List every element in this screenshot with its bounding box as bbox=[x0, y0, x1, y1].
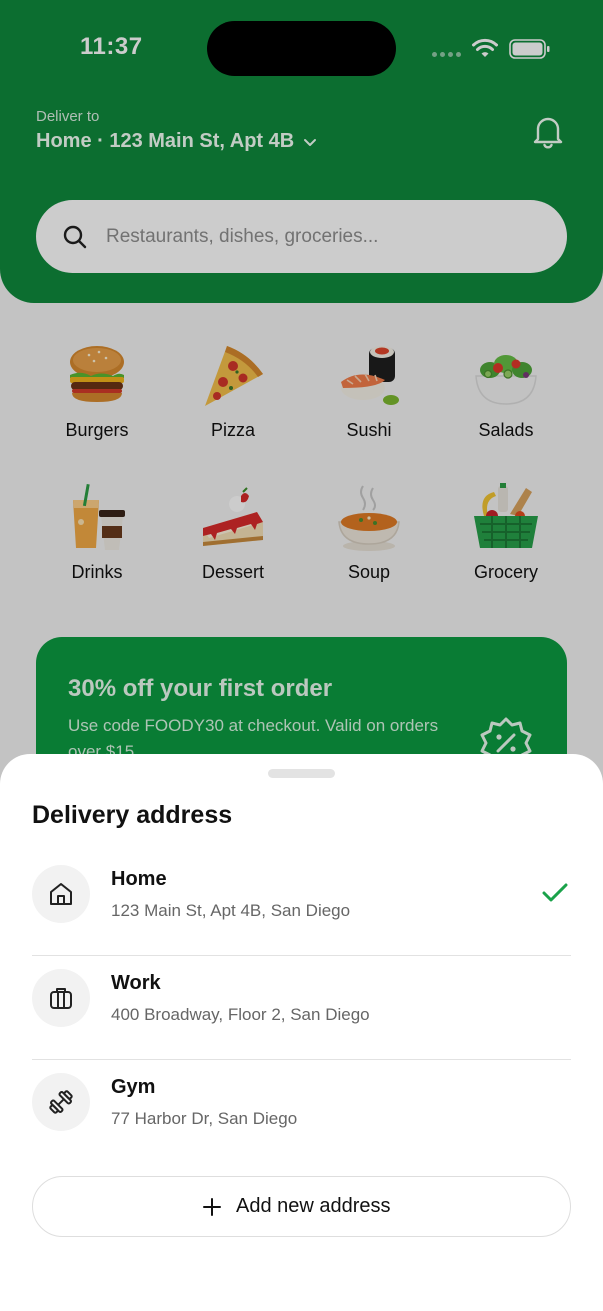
app-screen: 11:37 Deliver to Home · 123 Main St, Apt… bbox=[0, 0, 603, 1311]
add-new-address-button[interactable]: Add new address bbox=[32, 1176, 571, 1237]
sheet-title: Delivery address bbox=[32, 801, 233, 829]
address-line: 123 Main St, Apt 4B, San Diego bbox=[111, 901, 351, 920]
address-line: 77 Harbor Dr, San Diego bbox=[111, 1109, 298, 1128]
address-line: 400 Broadway, Floor 2, San Diego bbox=[111, 1005, 370, 1024]
checkmark-icon bbox=[542, 883, 568, 902]
add-new-address-label: Add new address bbox=[236, 1195, 391, 1217]
sheet-grabber[interactable] bbox=[268, 769, 335, 778]
delivery-address-sheet: Delivery address Home 123 Main St, Apt 4… bbox=[0, 754, 603, 1311]
address-name: Gym bbox=[111, 1076, 156, 1098]
dumbbell-icon bbox=[49, 1090, 73, 1114]
address-name: Work bbox=[111, 972, 161, 994]
address-option-home[interactable]: Home 123 Main St, Apt 4B, San Diego bbox=[32, 852, 571, 956]
address-option-gym[interactable]: Gym 77 Harbor Dr, San Diego bbox=[32, 1060, 571, 1164]
briefcase-icon bbox=[50, 988, 72, 1009]
address-option-work[interactable]: Work 400 Broadway, Floor 2, San Diego bbox=[32, 956, 571, 1060]
address-name: Home bbox=[111, 868, 167, 890]
home-icon bbox=[50, 883, 72, 905]
plus-icon bbox=[203, 1198, 221, 1216]
